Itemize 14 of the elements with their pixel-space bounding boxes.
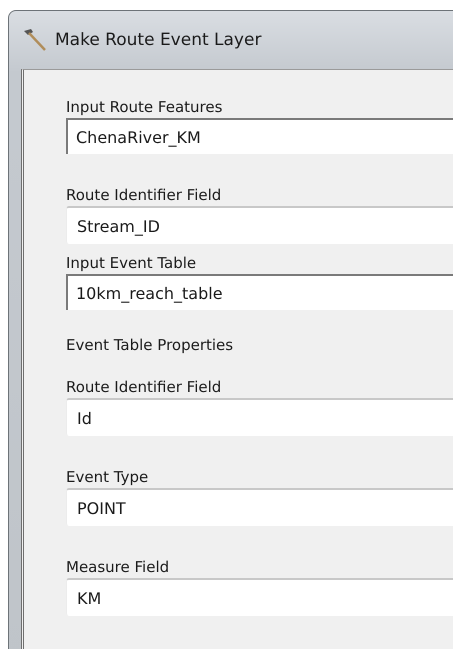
field-label: Input Event Table — [66, 253, 198, 274]
combo-field[interactable]: KM — [66, 578, 453, 616]
field-label: Measure Field — [66, 557, 170, 578]
field-label: Event Type — [66, 467, 150, 488]
section-heading: Event Table Properties — [66, 335, 234, 356]
window-title: Make Route Event Layer — [55, 30, 262, 50]
combo-field[interactable]: POINT — [66, 488, 453, 526]
input-field[interactable]: 10km_reach_table — [66, 274, 453, 310]
input-field[interactable]: ChenaRiver_KM — [66, 118, 453, 154]
combo-field[interactable]: Id — [66, 398, 453, 436]
combo-field[interactable]: Stream_ID — [66, 206, 453, 244]
field-label: Input Route Features — [66, 97, 224, 118]
field-label: Route Identifier Field — [66, 185, 222, 206]
field-label: Route Identifier Field — [66, 377, 222, 398]
